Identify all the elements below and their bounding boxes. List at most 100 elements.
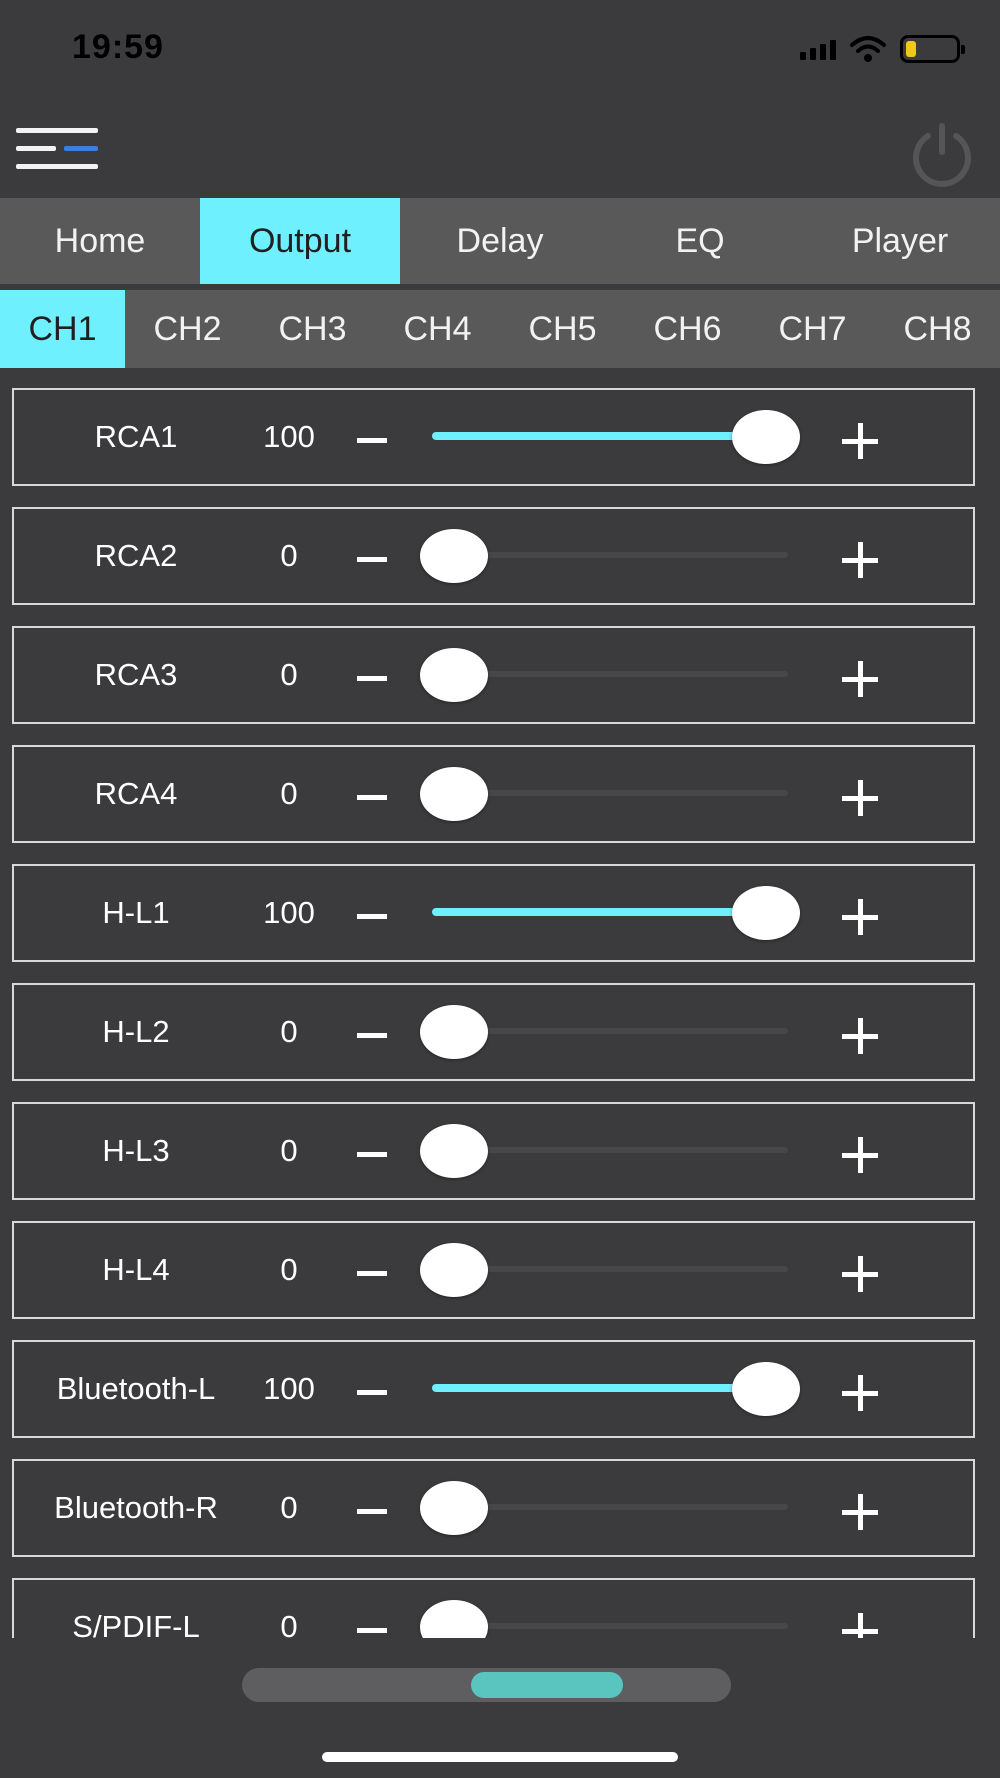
increase-button[interactable]	[832, 1461, 888, 1555]
power-icon[interactable]	[906, 118, 978, 190]
decrease-button[interactable]	[344, 1342, 400, 1436]
output-row: RCA2 0	[12, 507, 975, 605]
slider-thumb[interactable]	[732, 410, 800, 464]
page-scroller[interactable]	[242, 1668, 731, 1702]
output-row: H-L2 0	[12, 983, 975, 1081]
output-value: 0	[280, 1133, 298, 1168]
volume-slider[interactable]	[420, 1223, 800, 1317]
decrease-button[interactable]	[344, 628, 400, 722]
status-bar: 19:59	[0, 0, 1000, 100]
output-row: H-L3 0	[12, 1102, 975, 1200]
slider-thumb[interactable]	[732, 886, 800, 940]
slider-thumb[interactable]	[420, 529, 488, 583]
increase-button[interactable]	[832, 985, 888, 1079]
increase-button[interactable]	[832, 390, 888, 484]
slider-fill	[432, 1384, 764, 1392]
output-row: H-L1 100	[12, 864, 975, 962]
tab-home[interactable]: Home	[0, 198, 200, 284]
output-row: S/PDIF-L 0	[12, 1578, 975, 1638]
decrease-button[interactable]	[344, 1461, 400, 1555]
status-time: 19:59	[72, 28, 164, 66]
output-value: 0	[280, 538, 298, 573]
tab-ch5[interactable]: CH5	[500, 290, 625, 368]
output-name: Bluetooth-L	[56, 1371, 216, 1406]
tab-ch6[interactable]: CH6	[625, 290, 750, 368]
volume-slider[interactable]	[420, 866, 800, 960]
tab-ch8[interactable]: CH8	[875, 290, 1000, 368]
volume-slider[interactable]	[420, 1104, 800, 1198]
output-row: H-L4 0	[12, 1221, 975, 1319]
tab-player[interactable]: Player	[800, 198, 1000, 284]
output-name: Bluetooth-R	[54, 1490, 218, 1525]
volume-slider[interactable]	[420, 1342, 800, 1436]
slider-thumb[interactable]	[732, 1362, 800, 1416]
slider-thumb[interactable]	[420, 767, 488, 821]
minus-icon	[357, 437, 387, 443]
tab-ch2[interactable]: CH2	[125, 290, 250, 368]
volume-slider[interactable]	[420, 1580, 800, 1638]
cellular-signal-icon	[800, 38, 836, 60]
slider-thumb[interactable]	[420, 1481, 488, 1535]
battery-icon	[900, 35, 965, 63]
output-value: 0	[280, 1252, 298, 1287]
output-row: RCA1 100	[12, 388, 975, 486]
tab-ch4[interactable]: CH4	[375, 290, 500, 368]
increase-button[interactable]	[832, 1580, 888, 1638]
output-value: 0	[280, 1014, 298, 1049]
slider-thumb[interactable]	[420, 1124, 488, 1178]
slider-thumb[interactable]	[420, 1243, 488, 1297]
output-name: RCA2	[94, 538, 178, 573]
output-value: 100	[263, 419, 315, 454]
output-name: H-L2	[102, 1014, 170, 1049]
tab-ch7[interactable]: CH7	[750, 290, 875, 368]
output-name: RCA1	[94, 419, 178, 454]
page-scroller-thumb[interactable]	[471, 1672, 624, 1698]
increase-button[interactable]	[832, 866, 888, 960]
tab-ch3[interactable]: CH3	[250, 290, 375, 368]
increase-button[interactable]	[832, 1104, 888, 1198]
decrease-button[interactable]	[344, 866, 400, 960]
volume-slider[interactable]	[420, 1461, 800, 1555]
minus-icon	[357, 556, 387, 562]
minus-icon	[357, 1151, 387, 1157]
menu-icon[interactable]	[16, 124, 98, 174]
volume-slider[interactable]	[420, 985, 800, 1079]
increase-button[interactable]	[832, 747, 888, 841]
volume-slider[interactable]	[420, 509, 800, 603]
output-value: 0	[280, 1609, 298, 1638]
decrease-button[interactable]	[344, 1104, 400, 1198]
decrease-button[interactable]	[344, 747, 400, 841]
minus-icon	[357, 913, 387, 919]
wifi-icon	[850, 36, 886, 62]
output-name: RCA4	[94, 776, 178, 811]
minus-icon	[357, 794, 387, 800]
volume-slider[interactable]	[420, 747, 800, 841]
slider-thumb[interactable]	[420, 648, 488, 702]
decrease-button[interactable]	[344, 509, 400, 603]
decrease-button[interactable]	[344, 390, 400, 484]
increase-button[interactable]	[832, 1342, 888, 1436]
tab-ch1[interactable]: CH1	[0, 290, 125, 368]
slider-thumb[interactable]	[420, 1600, 488, 1638]
tab-output[interactable]: Output	[200, 198, 400, 284]
tab-delay[interactable]: Delay	[400, 198, 600, 284]
minus-icon	[357, 1508, 387, 1514]
output-value: 0	[280, 776, 298, 811]
increase-button[interactable]	[832, 1223, 888, 1317]
decrease-button[interactable]	[344, 1580, 400, 1638]
decrease-button[interactable]	[344, 985, 400, 1079]
increase-button[interactable]	[832, 509, 888, 603]
minus-icon	[357, 1032, 387, 1038]
minus-icon	[357, 1389, 387, 1395]
home-indicator[interactable]	[322, 1752, 678, 1762]
minus-icon	[357, 1627, 387, 1633]
volume-slider[interactable]	[420, 390, 800, 484]
volume-slider[interactable]	[420, 628, 800, 722]
output-list[interactable]: RCA1 100 RCA2 0 RCA3 0 RCA4 0 H-L1 100 H-L2 0 H-L3 0 H…	[0, 382, 1000, 1638]
slider-thumb[interactable]	[420, 1005, 488, 1059]
minus-icon	[357, 675, 387, 681]
tab-eq[interactable]: EQ	[600, 198, 800, 284]
decrease-button[interactable]	[344, 1223, 400, 1317]
increase-button[interactable]	[832, 628, 888, 722]
output-name: H-L3	[102, 1133, 170, 1168]
